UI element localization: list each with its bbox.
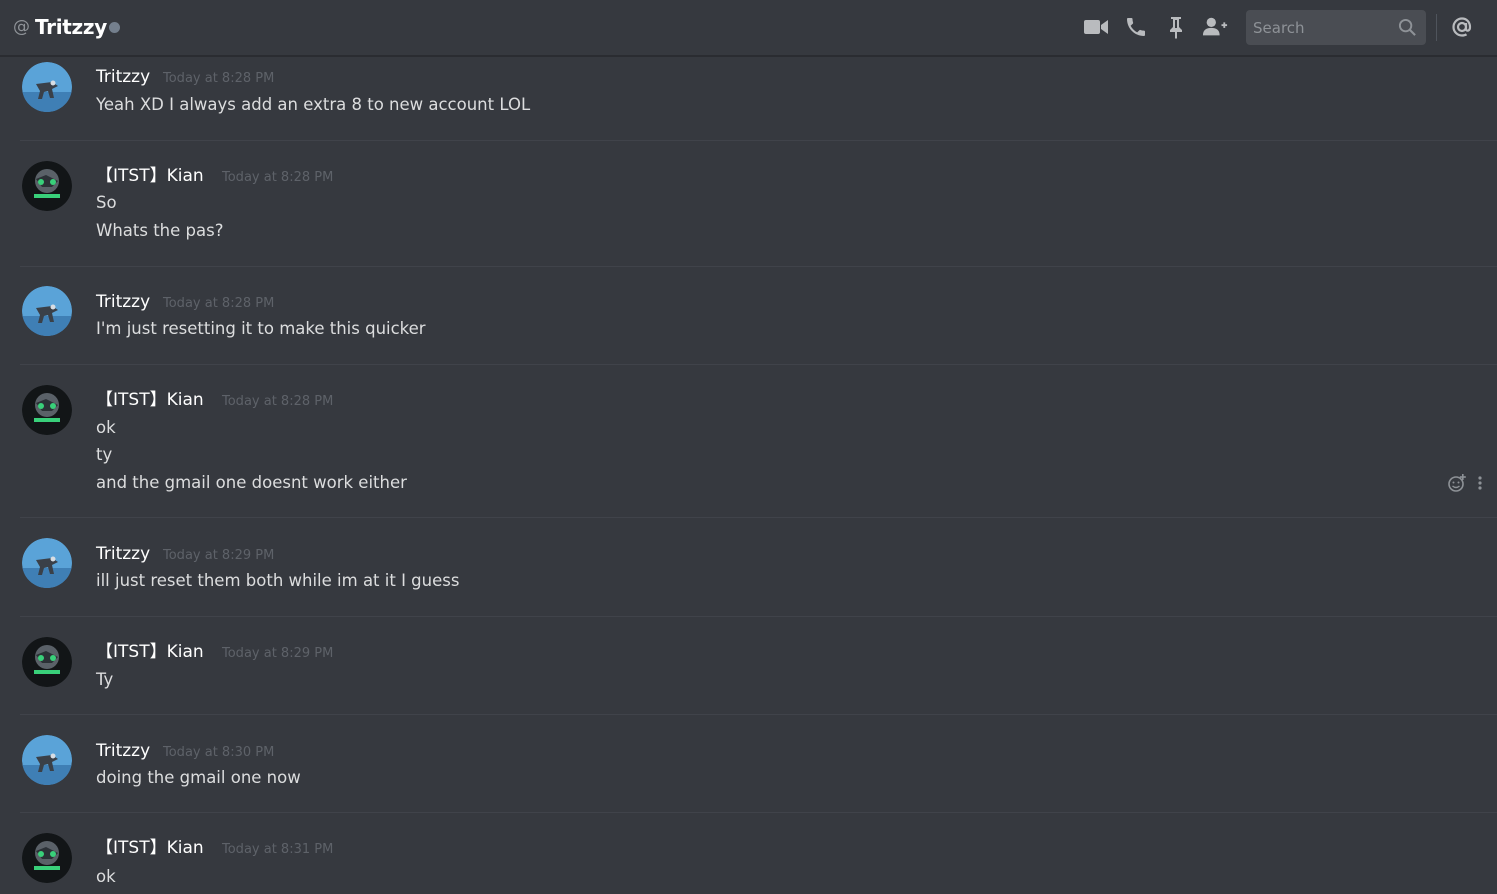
message-author[interactable]: 【ITST】Kian	[96, 165, 204, 187]
message-timestamp: Today at 8:28 PM	[222, 170, 334, 185]
message-divider	[20, 364, 1497, 365]
message-timestamp: Today at 8:28 PM	[222, 394, 334, 409]
message-author[interactable]: 【ITST】Kian	[96, 641, 204, 663]
avatar[interactable]	[22, 161, 72, 211]
message-author[interactable]: Tritzzy	[96, 543, 150, 565]
more-options-icon[interactable]	[1477, 475, 1483, 495]
mention-icon[interactable]	[1449, 14, 1475, 40]
search-input[interactable]	[1246, 10, 1396, 45]
channel-header: @ Tritzzy	[0, 0, 1497, 57]
message-timestamp: Today at 8:28 PM	[163, 71, 275, 86]
add-friend-icon[interactable]	[1202, 14, 1228, 40]
message-author[interactable]: Tritzzy	[96, 740, 150, 762]
message-author[interactable]: Tritzzy	[96, 291, 150, 313]
at-icon: @	[13, 17, 30, 37]
message-divider	[20, 140, 1497, 141]
voice-call-icon[interactable]	[1123, 14, 1149, 40]
message-text: Yeah XD I always add an extra 8 to new a…	[96, 95, 531, 114]
message-text: ty	[96, 445, 113, 464]
message-text: doing the gmail one now	[96, 768, 301, 787]
message-author[interactable]: Tritzzy	[96, 66, 150, 88]
message-author[interactable]: 【ITST】Kian	[96, 837, 204, 859]
message-text: ok	[96, 418, 116, 437]
message-timestamp: Today at 8:29 PM	[222, 646, 334, 661]
offline-status-indicator	[109, 22, 120, 33]
message-divider	[20, 812, 1497, 813]
message-list[interactable]: Tritzzy Today at 8:28 PM Yeah XD I alway…	[0, 59, 1497, 894]
message-timestamp: Today at 8:30 PM	[163, 745, 275, 760]
message-text: ill just reset them both while im at it …	[96, 571, 460, 590]
message-text: Whats the pas?	[96, 221, 224, 240]
add-reaction-icon[interactable]	[1447, 473, 1467, 497]
avatar[interactable]	[22, 62, 72, 112]
message-timestamp: Today at 8:28 PM	[163, 296, 275, 311]
message-divider	[20, 266, 1497, 267]
message-hover-actions	[1447, 473, 1483, 497]
avatar[interactable]	[22, 833, 72, 883]
message-timestamp: Today at 8:29 PM	[163, 548, 275, 563]
message-divider	[20, 517, 1497, 518]
message-text: So	[96, 193, 117, 212]
video-call-icon[interactable]	[1083, 14, 1109, 40]
message-divider	[20, 616, 1497, 617]
message-text: ok	[96, 867, 116, 886]
avatar[interactable]	[22, 735, 72, 785]
message-divider	[20, 714, 1497, 715]
search-icon	[1398, 18, 1416, 36]
avatar[interactable]	[22, 286, 72, 336]
avatar[interactable]	[22, 538, 72, 588]
message-text: I'm just resetting it to make this quick…	[96, 319, 426, 338]
message-text: and the gmail one doesnt work either	[96, 473, 407, 492]
avatar[interactable]	[22, 637, 72, 687]
search-bar[interactable]	[1246, 10, 1426, 45]
message-timestamp: Today at 8:31 PM	[222, 842, 334, 857]
avatar[interactable]	[22, 385, 72, 435]
header-divider	[1436, 14, 1437, 41]
message-author[interactable]: 【ITST】Kian	[96, 389, 204, 411]
dm-chat-window: @ Tritzzy Tritzzy	[0, 0, 1497, 894]
pin-icon[interactable]	[1163, 14, 1189, 40]
channel-title[interactable]: Tritzzy	[35, 14, 107, 40]
message-text: Ty	[96, 670, 114, 689]
